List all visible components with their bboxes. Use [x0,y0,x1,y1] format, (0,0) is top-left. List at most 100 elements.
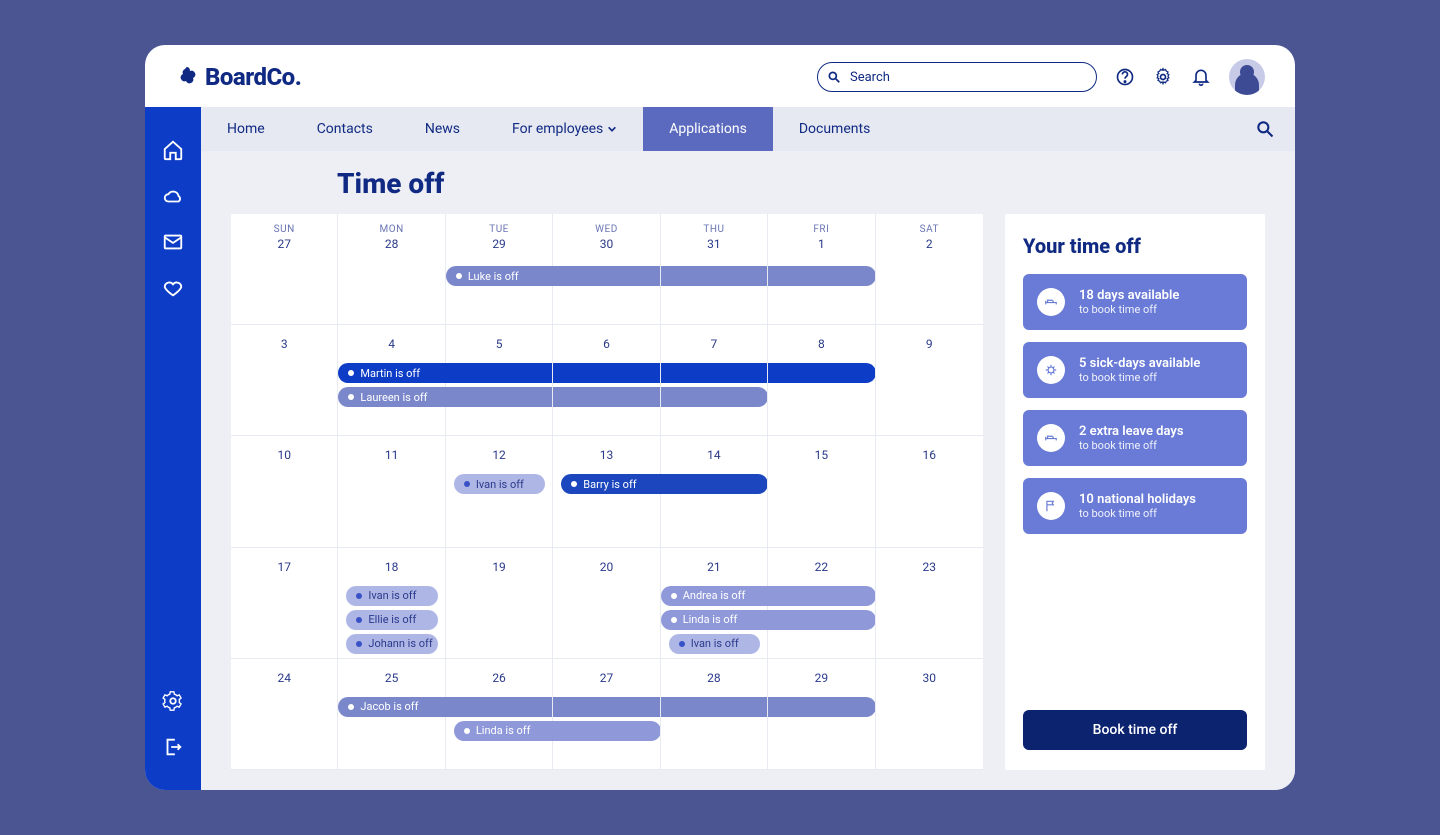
day-cell[interactable]: FRI 1 [768,214,875,325]
day-cell[interactable]: 15 [768,436,875,547]
day-number: 2 [876,237,983,251]
day-cell[interactable]: 11 [338,436,445,547]
day-cell[interactable]: 5 [446,325,553,436]
home-icon[interactable] [162,139,184,161]
calendar-event[interactable]: Ivan is off [669,634,760,654]
day-number: 15 [768,448,874,462]
event-dot [464,728,470,734]
day-cell[interactable]: SUN27 [231,214,338,325]
heart-icon[interactable] [162,277,184,299]
day-label: SAT [876,224,983,235]
day-cell[interactable]: 18Ivan is offEllie is offJohann is off [338,548,445,659]
nav-item-contacts[interactable]: Contacts [291,107,399,151]
app-window: BoardCo. HomeContactsNews For employees [145,45,1295,790]
day-cell[interactable]: 9 [876,325,983,436]
day-cell[interactable]: 22 [768,548,875,659]
day-cell[interactable]: 29 [768,659,875,770]
day-label: FRI [768,224,874,235]
search-icon [827,70,841,84]
day-cell[interactable]: 4Martin is offLaureen is off [338,325,445,436]
event-label: Jacob is off [360,700,418,713]
columns: SUN27MON28TUE29Luke is offWED30THU31FRI1… [231,214,1265,770]
time-off-card[interactable]: 10 national holidaysto book time off [1023,478,1247,534]
nav-item-news[interactable]: News [399,107,486,151]
avatar[interactable] [1229,59,1265,95]
event-dot [356,593,362,599]
day-number: 13 [553,448,659,462]
day-cell[interactable]: 8 [768,325,875,436]
settings-icon[interactable] [162,690,184,712]
help-icon[interactable] [1115,67,1135,87]
day-cell[interactable]: 7 [661,325,768,436]
day-cell[interactable]: 12 Ivan is off [446,436,553,547]
day-cell[interactable]: WED30 [553,214,660,325]
day-cell[interactable]: 20 [553,548,660,659]
day-cell[interactable]: 6 [553,325,660,436]
nav-search[interactable] [1235,107,1295,151]
day-cell[interactable]: 13Barry is off [553,436,660,547]
day-label: SUN [231,224,337,235]
day-number: 16 [876,448,983,462]
nav-item-home[interactable]: Home [201,107,291,151]
search-input[interactable] [817,62,1097,92]
day-cell[interactable]: 24 [231,659,338,770]
day-number: 30 [553,237,659,251]
nav-item-applications[interactable]: Applications [643,107,773,151]
day-cell[interactable]: 17 [231,548,338,659]
day-cell[interactable]: 19 [446,548,553,659]
day-cell[interactable]: 23 [876,548,983,659]
day-number: 7 [661,337,767,351]
day-cell[interactable]: SAT 2 [876,214,983,325]
event-label: Linda is off [683,613,738,626]
day-cell[interactable]: 27 [553,659,660,770]
day-number: 30 [876,671,983,685]
bed-icon [1037,424,1065,452]
logo[interactable]: BoardCo. [175,63,301,91]
time-off-panel: Your time off 18 days availableto book t… [1005,214,1265,770]
cloud-icon[interactable] [162,185,184,207]
calendar-event[interactable]: Johann is off [346,634,437,654]
logo-text: BoardCo. [205,63,301,91]
day-cell[interactable]: 3 [231,325,338,436]
event-label: Johann is off [368,637,432,650]
day-number: 12 [446,448,552,462]
event-label: Andrea is off [683,589,746,602]
day-cell[interactable]: MON28 [338,214,445,325]
card-subtitle: to book time off [1079,371,1200,384]
day-cell[interactable]: 25Jacob is off [338,659,445,770]
day-cell[interactable]: 28 [661,659,768,770]
event-dot [464,481,470,487]
day-cell[interactable]: 26Linda is off [446,659,553,770]
card-subtitle: to book time off [1079,303,1179,316]
day-cell[interactable]: 16 [876,436,983,547]
sidebar [145,107,201,790]
day-cell[interactable]: 21 Andrea is off Linda is off Ivan is off [661,548,768,659]
time-off-card[interactable]: 5 sick-days availableto book time off [1023,342,1247,398]
logout-icon[interactable] [162,736,184,758]
calendar-event[interactable]: Ivan is off [346,586,437,606]
virus-icon [1037,356,1065,384]
bell-icon[interactable] [1191,67,1211,87]
nav-item-label: For employees [512,121,603,137]
day-number: 24 [231,671,337,685]
time-off-card[interactable]: 18 days availableto book time off [1023,274,1247,330]
mail-icon[interactable] [162,231,184,253]
day-cell[interactable]: 30 [876,659,983,770]
day-number: 1 [768,237,874,251]
day-cell[interactable]: TUE29Luke is off [446,214,553,325]
day-cell[interactable]: 10 [231,436,338,547]
calendar-event[interactable]: Ivan is off [454,474,545,494]
book-time-off-button[interactable]: Book time off [1023,710,1247,750]
panel-title: Your time off [1023,234,1247,258]
event-label: Martin is off [360,367,420,380]
nav-item-label: Applications [669,121,747,137]
event-label: Ivan is off [368,589,416,602]
day-cell[interactable]: 14 [661,436,768,547]
day-number: 21 [661,560,767,574]
gear-icon[interactable] [1153,67,1173,87]
time-off-card[interactable]: 2 extra leave daysto book time off [1023,410,1247,466]
nav-item-for-employees[interactable]: For employees [486,107,643,151]
nav-item-documents[interactable]: Documents [773,107,896,151]
calendar-event[interactable]: Ellie is off [346,610,437,630]
day-cell[interactable]: THU31 [661,214,768,325]
